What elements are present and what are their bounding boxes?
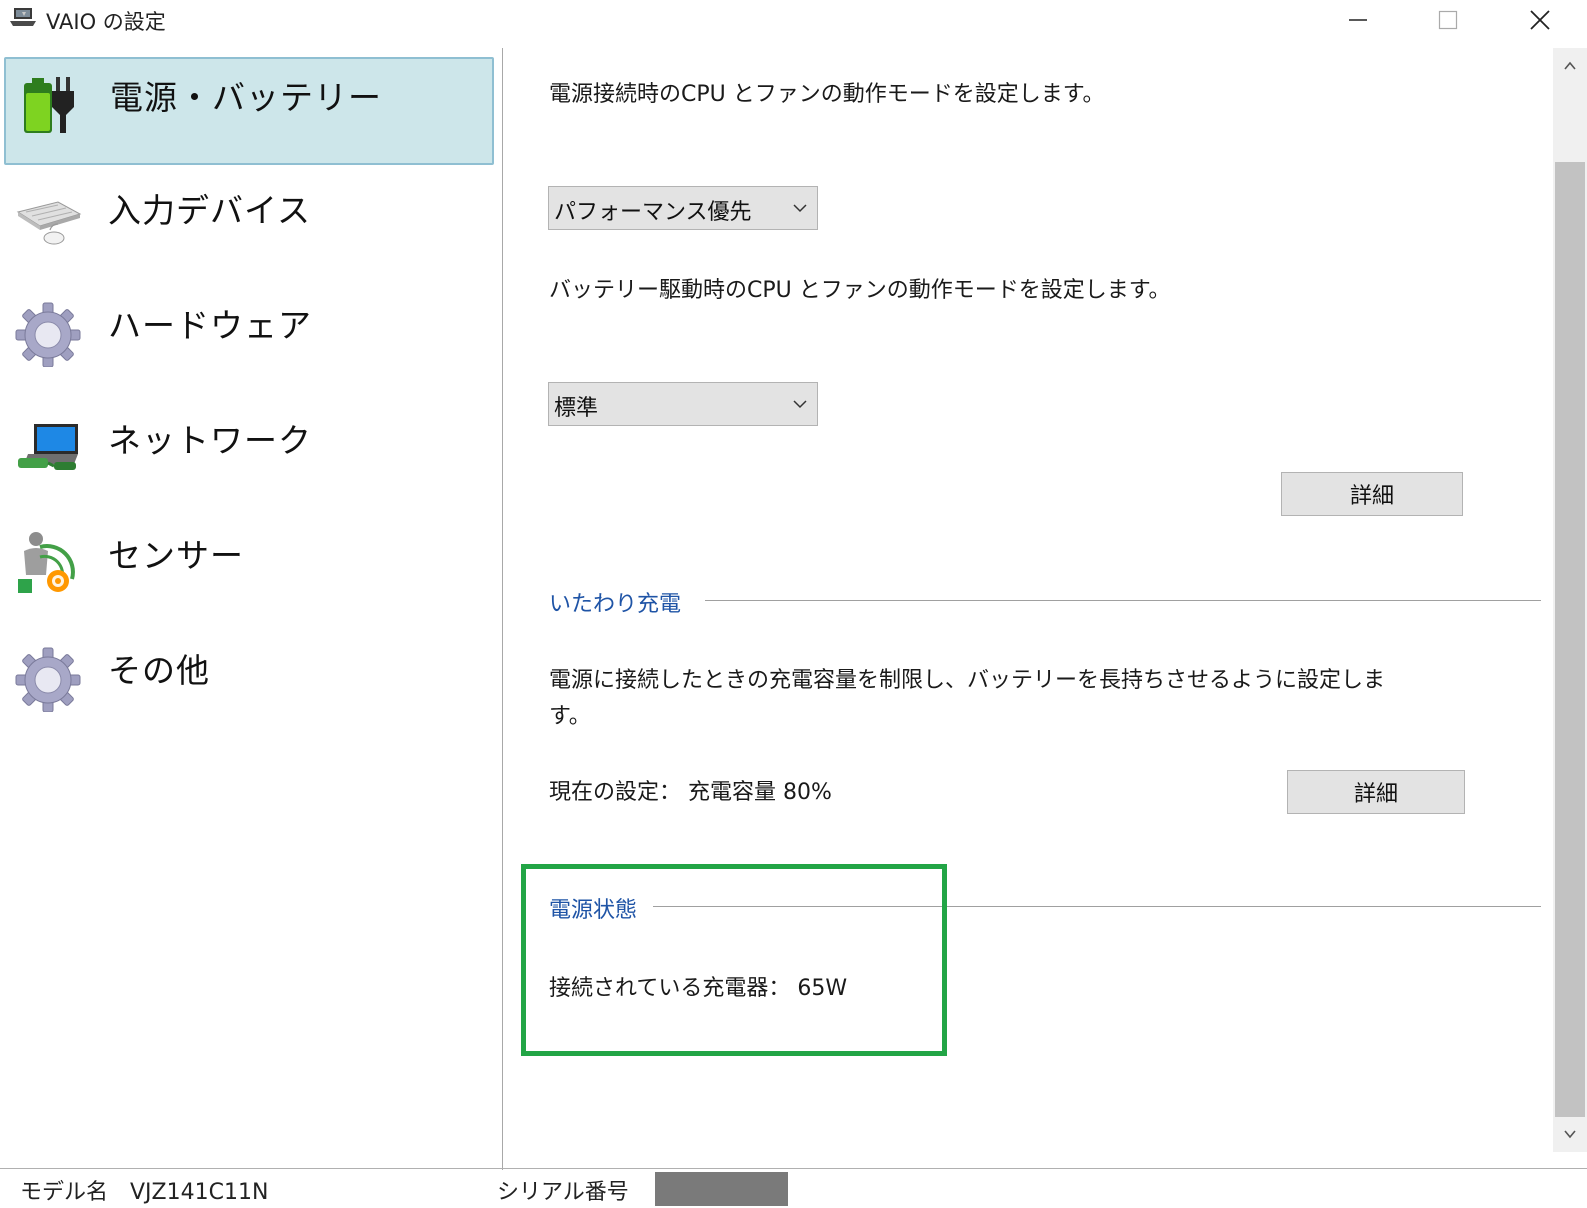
sidebar-item-label: ネットワーク xyxy=(108,421,312,460)
sidebar-item-label: 入力デバイス xyxy=(108,191,312,230)
minimize-button[interactable] xyxy=(1312,0,1404,40)
close-button[interactable] xyxy=(1494,0,1586,40)
ac-mode-value: パフォーマンス優先 xyxy=(554,200,752,225)
battery-plug-icon xyxy=(16,71,84,139)
footer: モデル名 VJZ141C11N シリアル番号 xyxy=(0,1170,1587,1208)
maximize-button[interactable] xyxy=(1402,0,1494,40)
ac-mode-description: 電源接続時のCPU とファンの動作モードを設定します。 xyxy=(549,82,1105,107)
serial-number-redacted xyxy=(655,1172,788,1206)
care-charge-heading: いたわり充電 xyxy=(549,592,682,617)
sidebar-item-sensor[interactable]: センサー xyxy=(4,517,494,625)
battery-mode-description: バッテリー駆動時のCPU とファンの動作モードを設定します。 xyxy=(549,278,1171,303)
sidebar-item-label: ハードウェア xyxy=(108,306,312,345)
care-charge-details-button[interactable]: 詳細 xyxy=(1287,770,1465,814)
gear-icon xyxy=(14,299,82,368)
sensor-person-icon xyxy=(14,529,82,597)
sidebar-item-hardware[interactable]: ハードウェア xyxy=(4,287,494,395)
scroll-down-button[interactable] xyxy=(1553,1116,1587,1152)
battery-mode-select[interactable]: 標準 xyxy=(548,382,818,426)
vertical-scrollbar[interactable] xyxy=(1553,48,1587,1152)
main-content: 電源接続時のCPU とファンの動作モードを設定します。 パフォーマンス優先 バッ… xyxy=(503,48,1553,1170)
chevron-up-icon xyxy=(1564,61,1576,70)
model-name: モデル名 VJZ141C11N xyxy=(20,1180,269,1205)
scrollbar-thumb[interactable] xyxy=(1555,162,1585,1117)
gear-icon xyxy=(14,644,82,713)
scroll-up-button[interactable] xyxy=(1553,48,1587,84)
care-charge-description-line1: 電源に接続したときの充電容量を制限し、バッテリーを長持ちさせるように設定しま xyxy=(549,668,1386,693)
network-laptop-icon xyxy=(14,414,82,482)
sidebar-item-label: その他 xyxy=(108,651,210,690)
power-status-highlight xyxy=(521,864,947,1056)
sidebar: 電源・バッテリー 入力デバイス ハードウェア ネットワーク センサー その他 xyxy=(0,48,500,1158)
window-title: VAIO の設定 xyxy=(46,10,166,34)
battery-mode-value: 標準 xyxy=(554,396,599,421)
power-mode-details-button[interactable]: 詳細 xyxy=(1281,472,1463,516)
sidebar-item-label: 電源・バッテリー xyxy=(110,78,382,117)
sidebar-item-power-battery[interactable]: 電源・バッテリー xyxy=(4,57,494,165)
sidebar-item-input-devices[interactable]: 入力デバイス xyxy=(4,172,494,280)
care-charge-current-setting: 現在の設定： 充電容量 80% xyxy=(549,780,832,805)
keyboard-mouse-icon xyxy=(14,184,82,252)
chevron-down-icon xyxy=(791,395,809,413)
serial-number-label: シリアル番号 xyxy=(497,1180,629,1205)
sidebar-item-other[interactable]: その他 xyxy=(4,632,494,740)
chevron-down-icon xyxy=(791,199,809,217)
footer-divider xyxy=(0,1168,1587,1169)
title-bar: VAIO の設定 xyxy=(0,0,1587,40)
ac-mode-select[interactable]: パフォーマンス優先 xyxy=(548,186,818,230)
sidebar-item-network[interactable]: ネットワーク xyxy=(4,402,494,510)
care-charge-description-line2: す。 xyxy=(549,704,591,729)
chevron-down-icon xyxy=(1564,1130,1576,1139)
vaio-laptop-icon xyxy=(8,6,38,30)
section-divider xyxy=(705,600,1541,601)
sidebar-item-label: センサー xyxy=(108,536,244,575)
